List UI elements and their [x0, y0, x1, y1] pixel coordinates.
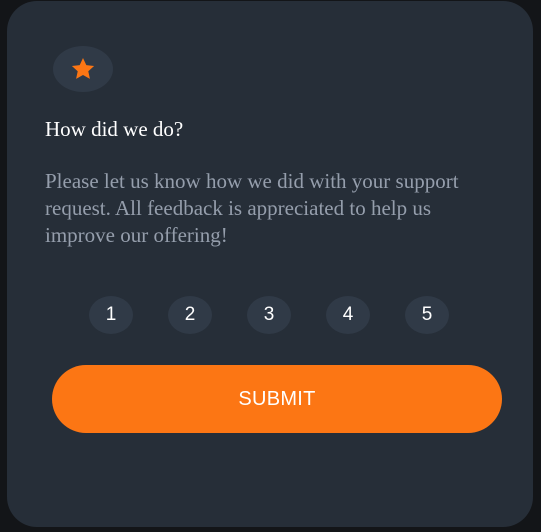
rating-card: How did we do? Please let us know how we…	[7, 1, 533, 527]
card-description: Please let us know how we did with your …	[45, 169, 459, 247]
submit-button[interactable]: SUBMIT	[52, 365, 502, 433]
rating-option-5[interactable]: 5	[405, 296, 449, 334]
card-title: How did we do?	[45, 117, 184, 141]
rating-option-3[interactable]: 3	[247, 296, 291, 334]
star-badge	[53, 46, 113, 92]
star-icon	[71, 57, 95, 79]
rating-option-2[interactable]: 2	[168, 296, 212, 334]
rating-option-1[interactable]: 1	[89, 296, 133, 334]
rating-option-4[interactable]: 4	[326, 296, 370, 334]
